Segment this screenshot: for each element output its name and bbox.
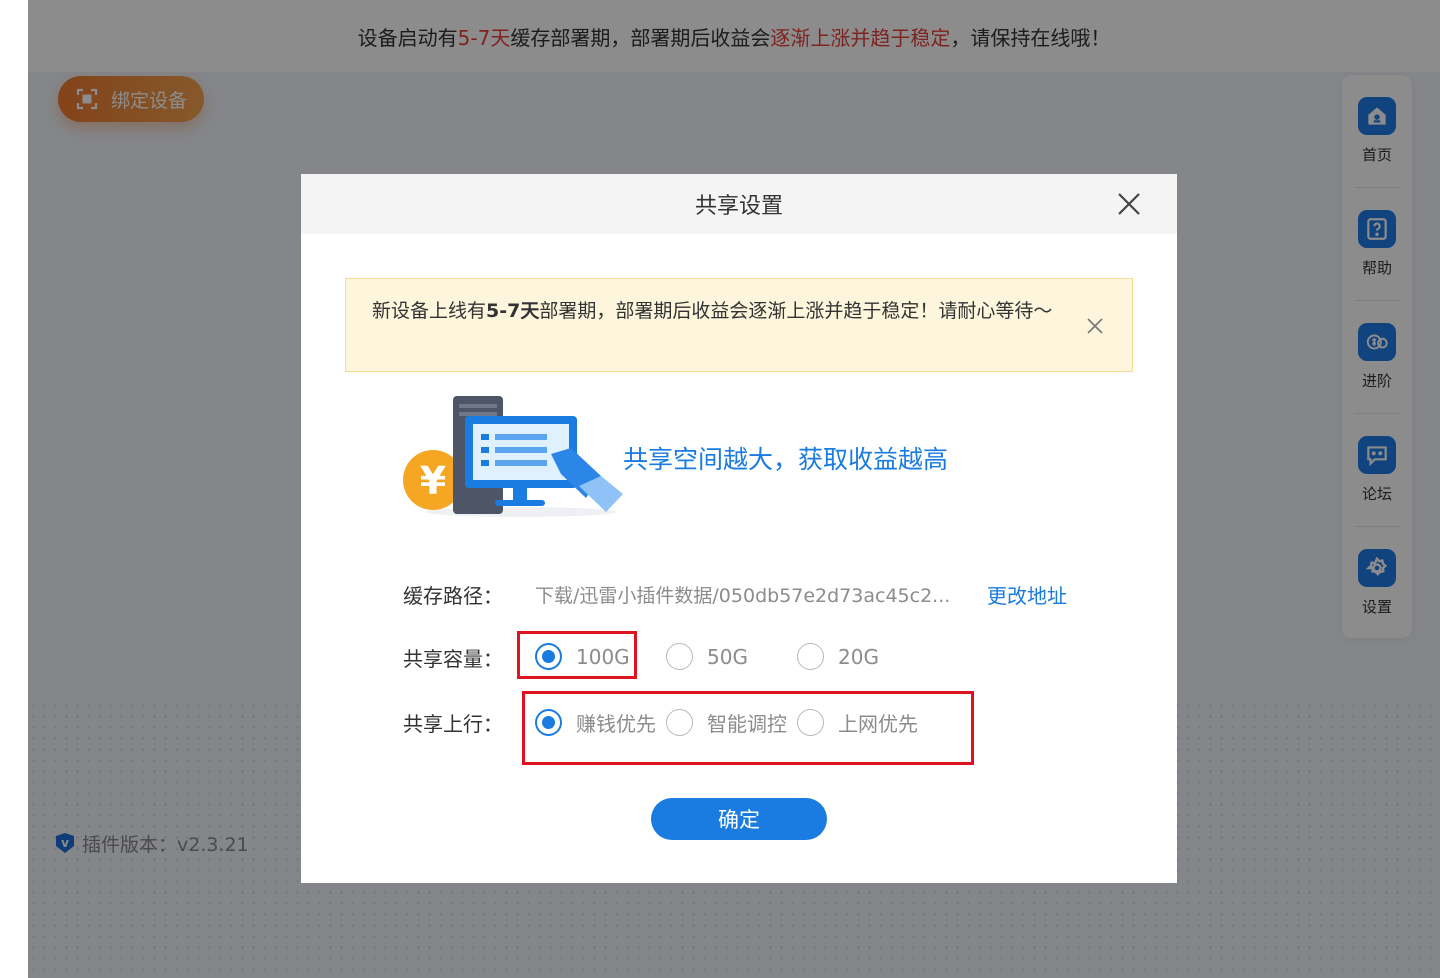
share-upload-label: 共享上行： xyxy=(403,712,503,736)
cache-path-value: 下载/迅雷小插件数据/050db57e2d73ac45c2... xyxy=(535,585,951,607)
confirm-button[interactable]: 确定 xyxy=(651,798,827,840)
window-left-edge xyxy=(0,0,28,978)
tip-text: 新设备上线有5-7天部署期，部署期后收益会逐渐上涨并趋于稳定！请耐心等待～ xyxy=(372,295,1072,327)
capacity-option-50g[interactable]: 50G xyxy=(666,643,748,670)
radio-circle[interactable] xyxy=(666,643,693,670)
tip-text-2: 部署期，部署期后收益会逐渐上涨并趋于稳定！请耐心等待～ xyxy=(539,300,1053,322)
share-illustration: ¥ xyxy=(403,396,623,517)
radio-circle[interactable] xyxy=(797,643,824,670)
tip-text-1: 新设备上线有 xyxy=(372,300,487,322)
capacity-option-label: 50G xyxy=(707,644,748,669)
close-icon[interactable] xyxy=(1115,190,1143,218)
dialog-header: 共享设置 xyxy=(301,174,1177,234)
cache-path-label: 缓存路径： xyxy=(403,584,503,608)
change-path-link[interactable]: 更改地址 xyxy=(987,580,1067,609)
tip-close-icon[interactable] xyxy=(1086,317,1104,335)
annotation-box-capacity xyxy=(517,631,637,679)
share-capacity-label: 共享容量： xyxy=(403,647,503,671)
capacity-option-20g[interactable]: 20G xyxy=(797,643,879,670)
share-settings-dialog: 共享设置 新设备上线有5-7天部署期，部署期后收益会逐渐上涨并趋于稳定！请耐心等… xyxy=(301,174,1177,883)
capacity-option-label: 20G xyxy=(838,644,879,669)
annotation-box-upload xyxy=(522,691,974,765)
tip-days-bold: 5-7天 xyxy=(486,300,540,322)
svg-text:¥: ¥ xyxy=(420,459,446,503)
dialog-title: 共享设置 xyxy=(694,194,783,219)
deployment-tip-banner: 新设备上线有5-7天部署期，部署期后收益会逐渐上涨并趋于稳定！请耐心等待～ xyxy=(345,278,1133,372)
share-slogan: 共享空间越大，获取收益越高 xyxy=(623,445,949,474)
